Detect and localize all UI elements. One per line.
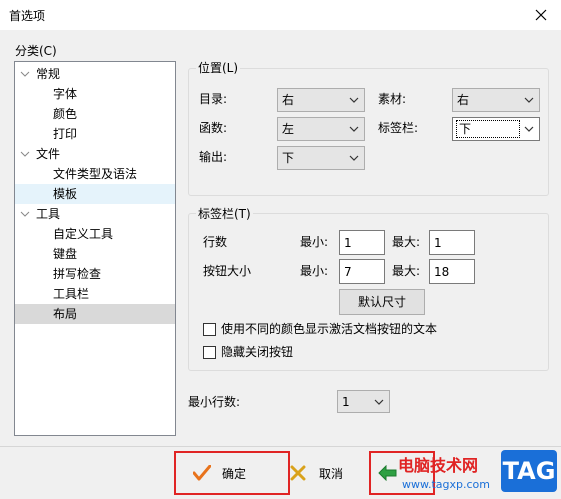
chevron-down-icon (349, 126, 359, 132)
material-label: 素材: (378, 92, 407, 106)
material-select[interactable]: 右 (452, 88, 540, 112)
size-max-input[interactable]: 18 (429, 259, 475, 284)
watermark-url: www.tagxp.com (402, 478, 490, 491)
cancel-x-icon (290, 465, 306, 481)
watermark-tag-badge: TAG (501, 450, 557, 492)
tree-item-file[interactable]: 文件 (33, 144, 64, 164)
hide-close-label: 隐藏关闭按钮 (221, 345, 294, 359)
check-icon (193, 465, 211, 481)
output-select[interactable]: 下 (277, 146, 365, 170)
close-icon (535, 9, 547, 21)
hide-close-checkbox[interactable] (203, 346, 216, 359)
position-group-label: 位置(L) (196, 61, 241, 75)
directory-label: 目录: (199, 92, 228, 106)
footer-separator (0, 446, 561, 447)
size-max-label: 最大: (392, 264, 421, 278)
ok-button[interactable]: 确定 (222, 466, 246, 482)
tree-item-tools[interactable]: 工具 (33, 204, 64, 224)
rows-max-label: 最大: (392, 235, 421, 249)
cancel-button[interactable]: 取消 (319, 466, 343, 482)
tree-item-layout[interactable]: 布局 (15, 304, 175, 324)
chevron-down-icon (524, 97, 534, 103)
tree-item-general[interactable]: 常规 (33, 64, 64, 84)
color-active-label: 使用不同的颜色显示激活文档按钮的文本 (221, 322, 438, 336)
tree-item-color[interactable]: 颜色 (50, 104, 81, 124)
chevron-down-icon (374, 399, 384, 405)
chevron-down-icon[interactable] (20, 144, 30, 164)
tree-item-keyboard[interactable]: 键盘 (50, 244, 81, 264)
rows-min-label: 最小: (300, 235, 329, 249)
tree-item-spellcheck[interactable]: 拼写检查 (50, 264, 105, 284)
tabbar-position-select[interactable]: 下 (452, 117, 540, 141)
chevron-down-icon (524, 126, 534, 132)
category-label: 分类(C) (15, 44, 57, 58)
tabbar-group-label: 标签栏(T) (196, 207, 253, 221)
tree-item-print[interactable]: 打印 (50, 124, 81, 144)
close-button[interactable] (521, 0, 561, 30)
chevron-down-icon (349, 155, 359, 161)
default-size-button[interactable]: 默认尺寸 (339, 289, 425, 315)
tree-item-filetype-syntax[interactable]: 文件类型及语法 (50, 164, 141, 184)
directory-select[interactable]: 右 (277, 88, 365, 112)
tree-item-font[interactable]: 字体 (50, 84, 81, 104)
chevron-down-icon[interactable] (20, 64, 30, 84)
rows-label: 行数 (203, 235, 228, 249)
chevron-down-icon[interactable] (20, 204, 30, 224)
window-title: 首选项 (9, 9, 46, 23)
size-min-label: 最小: (300, 264, 329, 278)
tabbar-position-label: 标签栏: (378, 121, 419, 135)
tree-item-template[interactable]: 模板 (15, 184, 175, 204)
title-bar: 首选项 (0, 0, 561, 30)
min-rows-select[interactable]: 1 (337, 390, 390, 413)
rows-max-input[interactable]: 1 (429, 230, 475, 255)
tree-item-toolbar[interactable]: 工具栏 (50, 284, 93, 304)
color-active-checkbox[interactable] (203, 323, 216, 336)
button-size-label: 按钮大小 (203, 264, 252, 278)
function-label: 函数: (199, 121, 228, 135)
size-min-input[interactable]: 7 (339, 259, 385, 284)
arrow-left-icon (378, 465, 397, 481)
function-select[interactable]: 左 (277, 117, 365, 141)
min-rows-label: 最小行数: (188, 395, 241, 409)
category-tree[interactable]: 常规 字体 颜色 打印 文件 文件类型及语法 模板 工具 自定义工具 键盘 拼写… (14, 61, 176, 436)
tree-item-custom-tools[interactable]: 自定义工具 (50, 224, 117, 244)
watermark-text: 电脑技术网 (398, 456, 479, 475)
output-label: 输出: (199, 150, 228, 164)
rows-min-input[interactable]: 1 (339, 230, 385, 255)
chevron-down-icon (349, 97, 359, 103)
